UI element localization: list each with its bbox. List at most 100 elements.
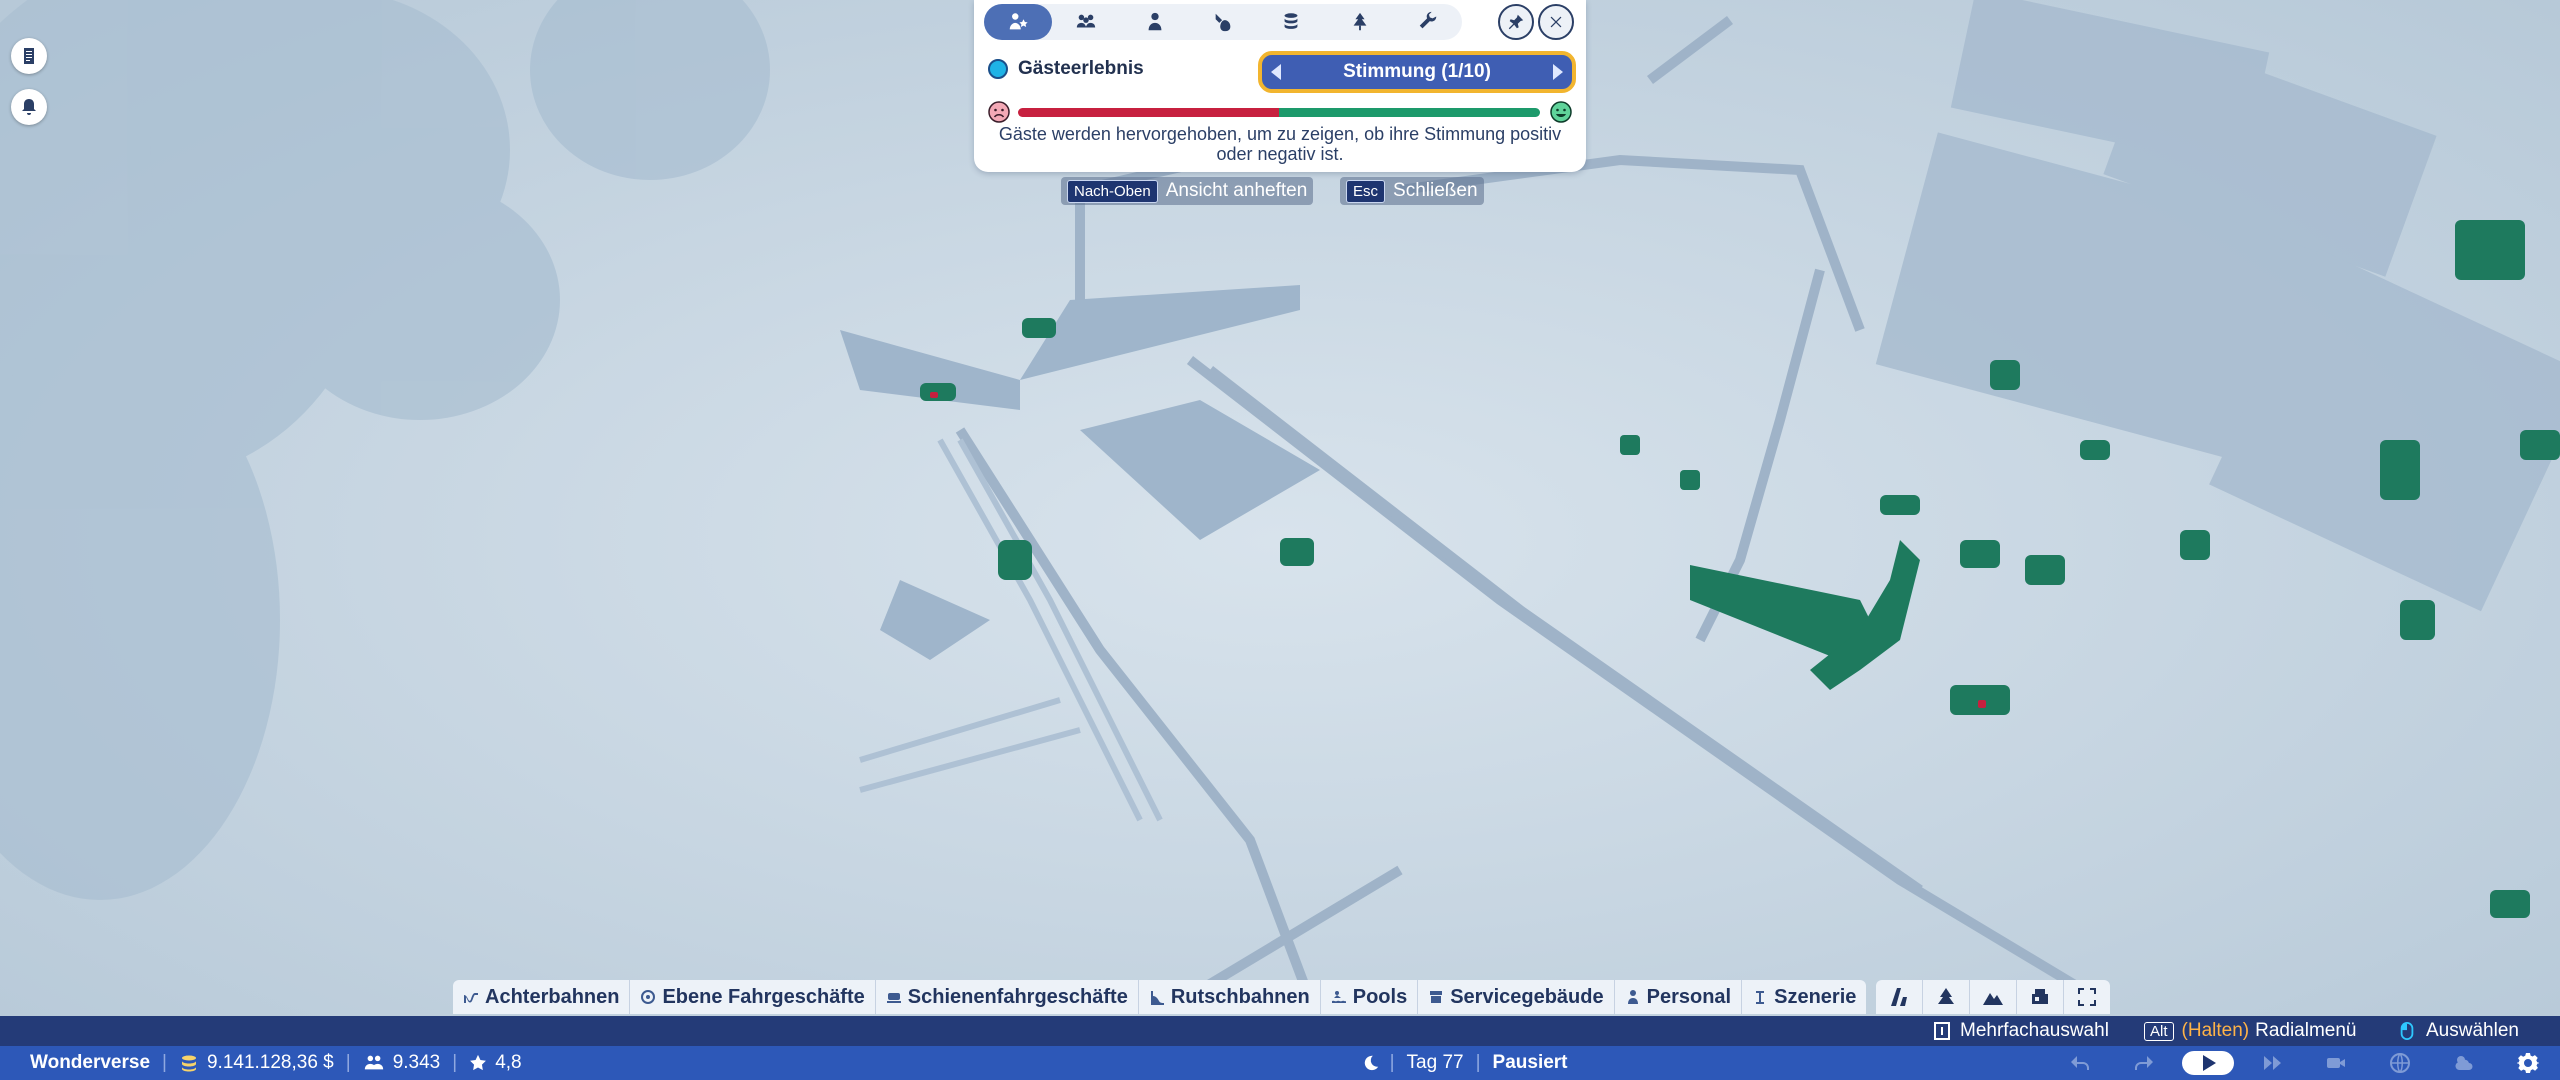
coins-icon: [181, 1055, 196, 1072]
divider: |: [1475, 1052, 1481, 1073]
tab-guests[interactable]: [1052, 4, 1120, 40]
scenery-tab-icon: [1353, 12, 1366, 31]
pin-key: Nach-Oben: [1067, 179, 1158, 203]
guests-icon: [364, 1055, 383, 1070]
close-hint[interactable]: Esc Schließen: [1340, 177, 1484, 205]
category-coasters[interactable]: Achterbahnen: [453, 980, 631, 1014]
blueprints-button[interactable]: [2017, 980, 2064, 1014]
category-service-buildings[interactable]: Servicegebäude: [1418, 980, 1615, 1014]
arrow-left-icon: [1271, 64, 1281, 80]
tab-thoughts[interactable]: [1189, 4, 1257, 40]
redo-button[interactable]: [2112, 1046, 2176, 1080]
trees-button[interactable]: [1923, 980, 1970, 1014]
pool-icon: [1331, 991, 1346, 1003]
close-button[interactable]: [1538, 4, 1574, 40]
tab-guest-experience[interactable]: [984, 4, 1053, 40]
online-button[interactable]: [2368, 1046, 2432, 1080]
category-label: Schienenfahrgeschäfte: [907, 985, 1128, 1008]
fullscreen-button[interactable]: [2064, 980, 2110, 1014]
category-track-rides[interactable]: Schienenfahrgeschäfte: [876, 980, 1139, 1014]
tab-maintenance[interactable]: [1394, 4, 1462, 40]
multi-select-label: Mehrfachauswahl: [1960, 1020, 2109, 1041]
redo-icon: [2135, 1056, 2153, 1070]
finance-tab-icon: [1284, 13, 1298, 29]
maintenance-tab-icon: [1419, 11, 1437, 29]
tool-shortcut-bar: [1876, 980, 2110, 1014]
radial-menu-hint: Alt (Halten) Radialmenü: [2144, 1016, 2357, 1046]
divider: |: [162, 1052, 167, 1073]
slide-icon: [1150, 991, 1164, 1005]
overlay-description: Gäste werden hervorgehoben, um zu zeigen…: [998, 124, 1562, 164]
staff-icon: [1627, 990, 1638, 1004]
pin-view-hint[interactable]: Nach-Oben Ansicht anheften: [1061, 177, 1314, 205]
esc-key: Esc: [1346, 179, 1386, 203]
overlay-mode-row: Gästeerlebnis: [988, 58, 1144, 80]
category-slides[interactable]: Rutschbahnen: [1139, 980, 1321, 1014]
paths-button[interactable]: [1876, 980, 1923, 1014]
park-name[interactable]: Wonderverse: [30, 1052, 150, 1074]
game-state: Pausiert: [1492, 1052, 1568, 1073]
play-button[interactable]: [2182, 1051, 2234, 1075]
mouse-icon: [2400, 1022, 2414, 1040]
guest-count[interactable]: 9.343: [393, 1052, 441, 1074]
weather-button[interactable]: [2432, 1046, 2496, 1080]
clipboard-icon: [24, 48, 34, 64]
tab-scenery[interactable]: [1325, 4, 1393, 40]
terrain-button[interactable]: [1970, 980, 2017, 1014]
category-pools[interactable]: Pools: [1321, 980, 1419, 1014]
category-label: Servicegebäude: [1450, 985, 1604, 1008]
camera-button[interactable]: [2304, 1046, 2368, 1080]
bell-icon: [22, 99, 36, 115]
overlay-type-selector[interactable]: Stimmung (1/10): [1258, 51, 1576, 93]
park-rating[interactable]: 4,8: [495, 1052, 521, 1074]
hold-label: (Halten): [2181, 1020, 2250, 1041]
coaster-icon: [464, 993, 478, 1003]
play-icon: [2203, 1055, 2216, 1071]
single-guest-tab-icon: [1148, 12, 1162, 31]
pin-icon: [1508, 14, 1524, 30]
pin-button[interactable]: [1498, 4, 1534, 40]
thoughts-tab-icon: [1215, 13, 1231, 32]
select-hint: Auswählen: [2398, 1016, 2519, 1046]
selector-prev-button[interactable]: [1262, 57, 1290, 87]
path-icon: [1891, 988, 1907, 1006]
alt-key: Alt: [2144, 1021, 2174, 1041]
tree-icon: [1938, 988, 1954, 1004]
money-value[interactable]: 9.141.128,36 $: [207, 1052, 334, 1074]
category-label: Achterbahnen: [485, 985, 620, 1008]
guests-tab-icon: [1077, 14, 1096, 28]
video-camera-icon: [2327, 1058, 2345, 1068]
select-label: Auswählen: [2426, 1020, 2519, 1041]
notifications-button[interactable]: [11, 89, 47, 125]
fast-forward-button[interactable]: [2240, 1046, 2304, 1080]
gear-icon: [2517, 1053, 2539, 1073]
category-scenery[interactable]: Szenerie: [1742, 980, 1866, 1014]
tab-single-guest[interactable]: [1121, 4, 1189, 40]
heatmap-overlay-panel: Gästeerlebnis Stimmung (1/10) Gäste werd…: [974, 0, 1586, 172]
radial-menu-label: Radialmenü: [2255, 1020, 2357, 1041]
divider: |: [1389, 1052, 1395, 1073]
selector-next-button[interactable]: [1544, 57, 1572, 87]
category-staff[interactable]: Personal: [1615, 980, 1743, 1014]
happy-face-icon: [1550, 101, 1572, 123]
build-category-bar: Achterbahnen Ebene Fahrgeschäfte Schiene…: [453, 980, 1867, 1014]
track-ride-icon: [886, 993, 901, 1003]
clipboard-button[interactable]: [11, 38, 47, 74]
mood-negative-segment: [1018, 108, 1279, 117]
pin-hint-label: Ansicht anheften: [1165, 180, 1308, 201]
cursor-box-icon: [1934, 1022, 1950, 1040]
blueprint-icon: [2032, 989, 2048, 1004]
weather-icon: [2455, 1056, 2473, 1070]
category-label: Pools: [1352, 985, 1408, 1008]
expand-icon: [2078, 988, 2096, 1006]
category-flat-rides[interactable]: Ebene Fahrgeschäfte: [630, 980, 876, 1014]
star-icon: [470, 1054, 487, 1071]
overlay-tabbar: [984, 4, 1462, 40]
category-label: Personal: [1646, 985, 1732, 1008]
settings-button[interactable]: [2496, 1046, 2560, 1080]
undo-button[interactable]: [2048, 1046, 2112, 1080]
category-label: Szenerie: [1774, 985, 1857, 1008]
globe-icon: [2390, 1053, 2410, 1073]
close-icon: [1550, 16, 1562, 28]
tab-finance[interactable]: [1257, 4, 1325, 40]
